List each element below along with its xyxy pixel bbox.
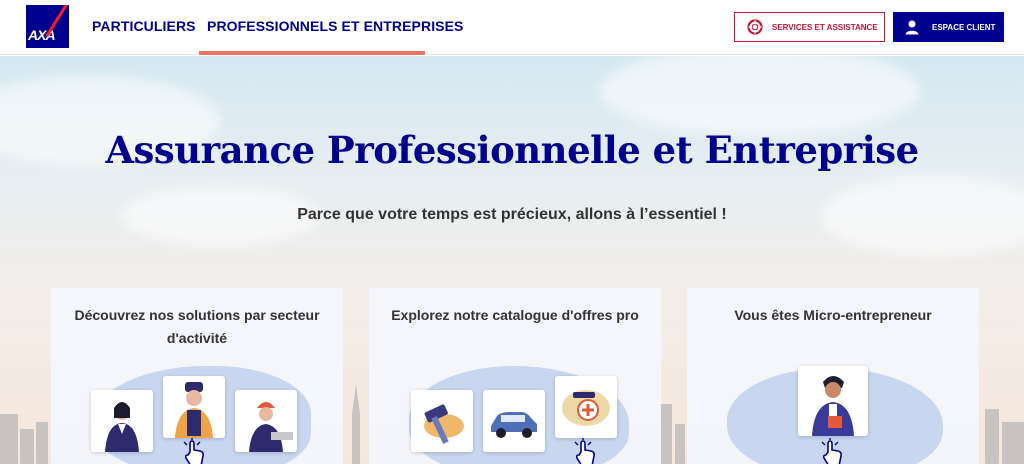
hero-section: Assurance Professionnelle et Entreprise … [0,56,1024,464]
entrepreneur-icon [798,366,868,436]
nav-professionnels[interactable]: PROFESSIONNELS ET ENTREPRISES [207,18,464,34]
car-icon [483,390,545,452]
card-secteur-activite[interactable]: Découvrez nos solutions par secteur d'ac… [51,288,343,464]
services-label: SERVICES ET ASSISTANCE [772,22,878,32]
user-icon [905,20,919,35]
axa-logo[interactable]: AXA [26,5,69,48]
card-title: Explorez notre catalogue d'offres pro [391,307,639,323]
client-label: ESPACE CLIENT [932,22,996,32]
cloud-decoration [600,56,920,136]
logo-slash [45,5,69,37]
card-title: Découvrez nos solutions par secteur d'ac… [74,307,320,346]
card-title: Vous êtes Micro-entrepreneur [734,307,932,323]
nav-active-underline [199,51,425,55]
site-header: AXA PARTICULIERS PROFESSIONNELS ET ENTRE… [0,0,1024,55]
hammer-icon [411,390,473,452]
card-catalogue-offres[interactable]: Explorez notre catalogue d'offres pro [369,288,661,464]
nav-particuliers[interactable]: PARTICULIERS [92,18,196,34]
page-subtitle: Parce que votre temps est précieux, allo… [297,206,727,223]
pointer-hand-icon [574,438,595,464]
espace-client-button[interactable]: ESPACE CLIENT [893,12,1004,42]
pointer-hand-icon [183,438,204,464]
worker-icon [235,390,297,452]
lifebuoy-icon [747,19,763,35]
page-title: Assurance Professionnelle et Entreprise [105,128,919,172]
lawyer-icon [91,390,153,452]
card-micro-entrepreneur[interactable]: Vous êtes Micro-entrepreneur [687,288,979,464]
health-icon [555,376,617,438]
pointer-hand-icon [821,438,842,464]
services-assistance-button[interactable]: SERVICES ET ASSISTANCE [734,12,885,42]
chef-icon [163,376,225,438]
